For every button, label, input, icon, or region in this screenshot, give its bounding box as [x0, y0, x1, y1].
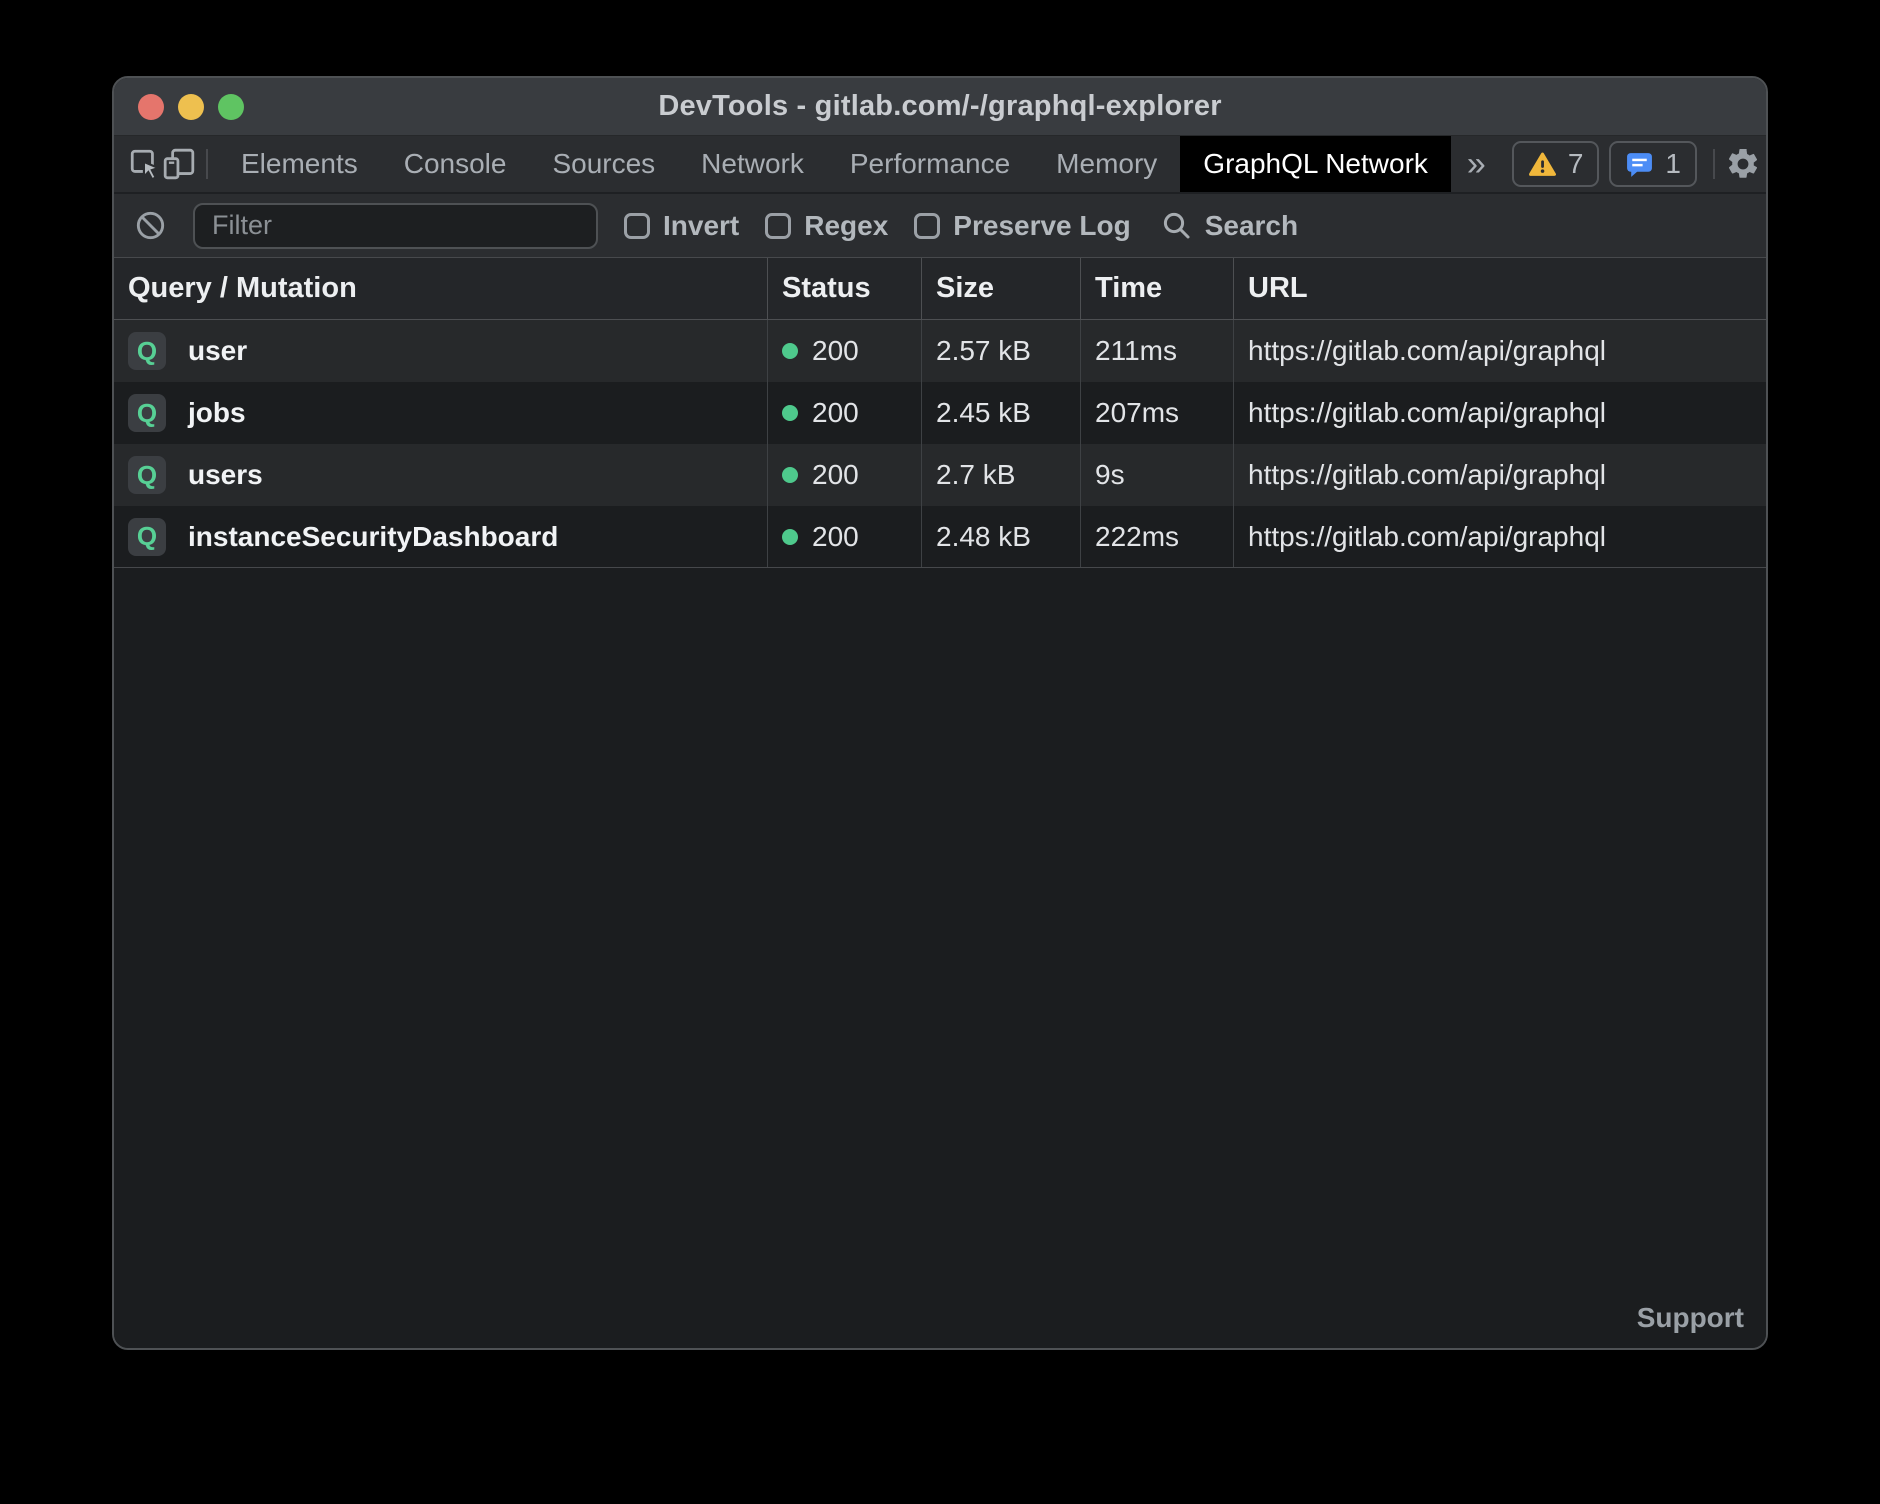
- warning-triangle-icon: [1528, 151, 1557, 178]
- request-url: https://gitlab.com/api/graphql: [1248, 335, 1606, 367]
- devtools-window: DevTools - gitlab.com/-/graphql-explorer…: [112, 76, 1768, 1350]
- table-row[interactable]: Q users 200 2.7 kB 9s https://gitlab.com…: [114, 444, 1766, 506]
- preserve-log-checkbox-input[interactable]: [914, 213, 940, 239]
- status-code: 200: [812, 397, 859, 429]
- query-name: user: [188, 335, 247, 367]
- regex-label: Regex: [804, 210, 888, 242]
- support-link[interactable]: Support: [1637, 1302, 1744, 1334]
- query-name: instanceSecurityDashboard: [188, 521, 558, 553]
- device-toolbar-button[interactable]: [162, 141, 196, 187]
- search-icon: [1161, 210, 1193, 242]
- status-code: 200: [812, 521, 859, 553]
- status-dot: [782, 343, 798, 359]
- status-dot: [782, 405, 798, 421]
- query-type-badge: Q: [128, 518, 166, 556]
- response-size: 2.7 kB: [936, 459, 1015, 491]
- column-header-query: Query / Mutation: [114, 258, 768, 319]
- column-header-status: Status: [768, 258, 922, 319]
- tabbar-separator: [206, 149, 208, 179]
- device-toolbar-icon: [162, 147, 196, 181]
- status-code: 200: [812, 335, 859, 367]
- tab-graphql-network[interactable]: GraphQL Network: [1180, 136, 1451, 192]
- table-body: Q user 200 2.57 kB 211ms https://gitlab.…: [114, 320, 1766, 568]
- filter-input[interactable]: [193, 203, 598, 249]
- status-dot: [782, 467, 798, 483]
- empty-panel-area: [114, 568, 1766, 1348]
- more-options-button[interactable]: [1761, 141, 1768, 187]
- column-header-time: Time: [1081, 258, 1234, 319]
- window-title: DevTools - gitlab.com/-/graphql-explorer: [658, 90, 1221, 123]
- message-bubble-icon: [1625, 150, 1654, 179]
- query-type-badge: Q: [128, 456, 166, 494]
- invert-checkbox[interactable]: Invert: [624, 210, 739, 242]
- clear-button[interactable]: [134, 209, 167, 242]
- request-url: https://gitlab.com/api/graphql: [1248, 397, 1606, 429]
- query-name: users: [188, 459, 263, 491]
- table-row[interactable]: Q jobs 200 2.45 kB 207ms https://gitlab.…: [114, 382, 1766, 444]
- response-size: 2.45 kB: [936, 397, 1031, 429]
- query-type-badge: Q: [128, 394, 166, 432]
- column-header-url: URL: [1234, 258, 1766, 319]
- preserve-log-checkbox[interactable]: Preserve Log: [914, 210, 1130, 242]
- tab-elements[interactable]: Elements: [218, 136, 381, 192]
- minimize-button[interactable]: [178, 94, 204, 120]
- inspect-cursor-icon: [128, 147, 162, 181]
- tab-memory[interactable]: Memory: [1033, 136, 1180, 192]
- tab-network[interactable]: Network: [678, 136, 827, 192]
- inspect-element-button[interactable]: [128, 141, 162, 187]
- tab-sources[interactable]: Sources: [529, 136, 678, 192]
- tab-console[interactable]: Console: [381, 136, 530, 192]
- issues-count: 1: [1665, 148, 1681, 180]
- block-icon: [134, 209, 167, 242]
- status-dot: [782, 529, 798, 545]
- zoom-button[interactable]: [218, 94, 244, 120]
- titlebar: DevTools - gitlab.com/-/graphql-explorer: [114, 78, 1766, 136]
- table-header: Query / Mutation Status Size Time URL: [114, 258, 1766, 320]
- table-row[interactable]: Q instanceSecurityDashboard 200 2.48 kB …: [114, 506, 1766, 568]
- traffic-lights: [138, 78, 244, 135]
- search-label: Search: [1205, 210, 1298, 242]
- invert-label: Invert: [663, 210, 739, 242]
- gear-icon: [1725, 146, 1761, 182]
- more-tabs-chevron[interactable]: »: [1451, 136, 1502, 192]
- settings-button[interactable]: [1725, 141, 1761, 187]
- regex-checkbox[interactable]: Regex: [765, 210, 888, 242]
- response-time: 222ms: [1095, 521, 1179, 553]
- status-code: 200: [812, 459, 859, 491]
- response-time: 9s: [1095, 459, 1125, 491]
- column-header-size: Size: [922, 258, 1081, 319]
- request-url: https://gitlab.com/api/graphql: [1248, 521, 1606, 553]
- three-dots-icon: [1761, 147, 1768, 181]
- table-row[interactable]: Q user 200 2.57 kB 211ms https://gitlab.…: [114, 320, 1766, 382]
- tabbar-separator-2: [1713, 149, 1715, 179]
- warnings-badge[interactable]: 7: [1512, 141, 1600, 187]
- query-name: jobs: [188, 397, 246, 429]
- close-button[interactable]: [138, 94, 164, 120]
- tab-performance[interactable]: Performance: [827, 136, 1033, 192]
- devtools-tabbar: Elements Console Sources Network Perform…: [114, 136, 1766, 192]
- regex-checkbox-input[interactable]: [765, 213, 791, 239]
- response-size: 2.57 kB: [936, 335, 1031, 367]
- warnings-count: 7: [1568, 148, 1584, 180]
- response-time: 207ms: [1095, 397, 1179, 429]
- search-button[interactable]: Search: [1161, 210, 1298, 242]
- preserve-log-label: Preserve Log: [953, 210, 1130, 242]
- response-size: 2.48 kB: [936, 521, 1031, 553]
- response-time: 211ms: [1095, 335, 1177, 367]
- issues-badge[interactable]: 1: [1609, 141, 1697, 187]
- filter-toolbar: Invert Regex Preserve Log Search: [114, 192, 1766, 258]
- invert-checkbox-input[interactable]: [624, 213, 650, 239]
- request-url: https://gitlab.com/api/graphql: [1248, 459, 1606, 491]
- query-type-badge: Q: [128, 332, 166, 370]
